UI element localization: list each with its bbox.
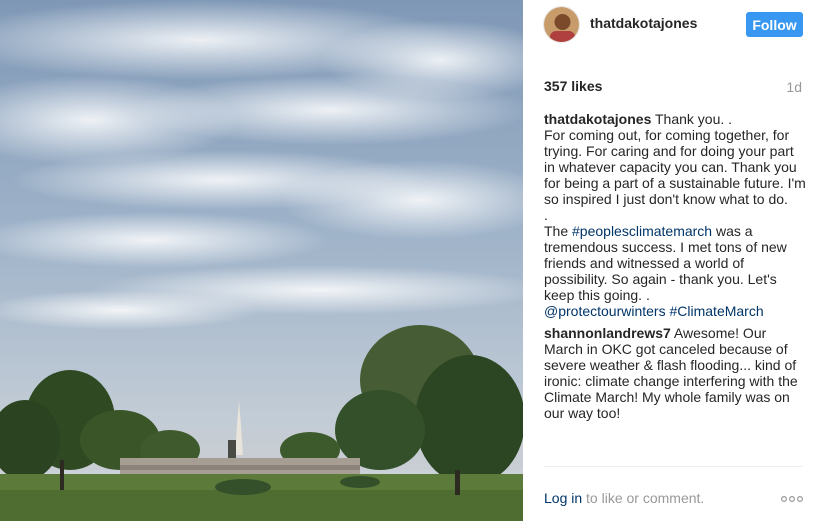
post-author-username[interactable]: thatdakotajones bbox=[590, 15, 697, 31]
login-prompt: Log in to like or comment. bbox=[544, 490, 704, 506]
avatar-image bbox=[544, 7, 579, 42]
hashtag-link[interactable]: #peoplesclimatemarch bbox=[572, 223, 712, 239]
reply-comment: shannonlandrews7 Awesome! Our March in O… bbox=[544, 325, 806, 421]
post-header: thatdakotajones Follow bbox=[523, 0, 816, 55]
more-options-icon[interactable] bbox=[781, 494, 803, 504]
post-details-panel: thatdakotajones Follow 357 likes 1d that… bbox=[523, 0, 816, 521]
caption-text: Thank you. . For coming out, for coming … bbox=[544, 111, 806, 239]
likes-count[interactable]: 357 likes bbox=[544, 78, 602, 94]
avatar[interactable] bbox=[543, 6, 580, 43]
mention-link[interactable]: @protectourwinters bbox=[544, 303, 666, 319]
hashtag-link[interactable]: #ClimateMarch bbox=[669, 303, 763, 319]
post-photo[interactable] bbox=[0, 0, 523, 521]
comments-list: thatdakotajones Thank you. . For coming … bbox=[544, 111, 806, 427]
caption-comment: thatdakotajones Thank you. . For coming … bbox=[544, 111, 806, 319]
follow-button[interactable]: Follow bbox=[746, 12, 803, 37]
caption-username[interactable]: thatdakotajones bbox=[544, 111, 651, 127]
login-prompt-text: to like or comment. bbox=[582, 490, 705, 506]
reply-username[interactable]: shannonlandrews7 bbox=[544, 325, 671, 341]
divider bbox=[544, 466, 803, 467]
login-link[interactable]: Log in bbox=[544, 490, 582, 506]
post-age[interactable]: 1d bbox=[786, 79, 802, 95]
national-mall-photo bbox=[0, 0, 523, 521]
